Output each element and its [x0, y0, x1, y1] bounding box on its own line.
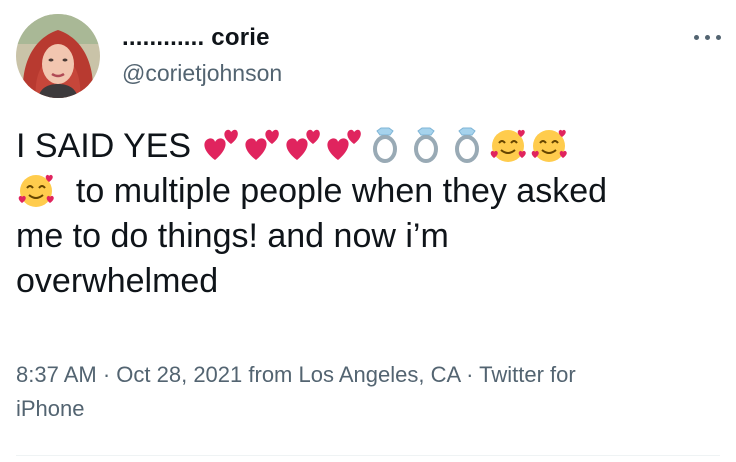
- ring-icon: [365, 125, 405, 165]
- more-dot-icon: [694, 35, 699, 40]
- tweet-line-4: overwhelmed: [16, 262, 219, 300]
- tweet-line-3: me to do things! and now i’m: [16, 217, 449, 255]
- tweet-line-2: to multiple people when they asked: [16, 169, 722, 214]
- username-handle[interactable]: @corietjohnson: [122, 60, 282, 87]
- tweet-metadata: 8:37 AM · Oct 28, 2021 from Los Angeles,…: [16, 358, 722, 426]
- smiling-face-with-hearts-icon: [16, 170, 56, 210]
- metadata-separator: ·: [459, 362, 480, 387]
- metadata-line-1: 8:37 AM · Oct 28, 2021 from Los Angeles,…: [16, 358, 722, 392]
- ring-icon: [406, 125, 446, 165]
- smiling-face-with-hearts-icon: [529, 125, 569, 165]
- location-link[interactable]: Los Angeles, CA: [299, 362, 460, 387]
- timestamp-time-link[interactable]: 8:37 AM: [16, 362, 97, 387]
- two-hearts-icon: [283, 125, 323, 165]
- divider: [16, 455, 720, 456]
- metadata-line-2: iPhone: [16, 392, 722, 426]
- source-link-continued[interactable]: iPhone: [16, 396, 85, 421]
- tweet-line-2-text: to multiple people when they asked: [75, 172, 608, 210]
- display-name[interactable]: ............ corie: [122, 24, 270, 52]
- tweet-text: I SAID YES to multiple people when they …: [16, 124, 722, 304]
- two-hearts-icon: [201, 125, 241, 165]
- more-options-button[interactable]: [690, 22, 726, 52]
- smiling-face-with-hearts-icon: [488, 125, 528, 165]
- two-hearts-icon: [242, 125, 282, 165]
- source-link[interactable]: Twitter for: [479, 362, 576, 387]
- timestamp-date-link[interactable]: Oct 28, 2021: [116, 362, 242, 387]
- avatar-image: [16, 14, 100, 98]
- tweet-text-prefix: I SAID YES: [16, 127, 192, 165]
- more-dot-icon: [705, 35, 710, 40]
- avatar[interactable]: [16, 14, 100, 98]
- two-hearts-icon: [324, 125, 364, 165]
- tweet: ............ corie @corietjohnson I SAID…: [0, 0, 736, 462]
- more-dot-icon: [716, 35, 721, 40]
- metadata-separator: ·: [96, 362, 117, 387]
- ring-icon: [447, 125, 487, 165]
- tweet-line-1: I SAID YES: [16, 124, 722, 169]
- location-prefix: from: [242, 362, 299, 387]
